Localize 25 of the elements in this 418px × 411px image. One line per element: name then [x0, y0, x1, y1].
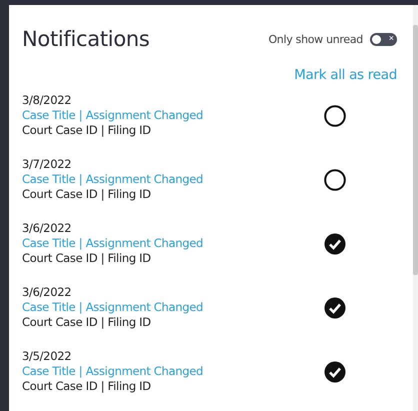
notification-detail: Court Case ID | Filing ID: [22, 379, 152, 394]
notification-date: 3/5/2022: [22, 349, 72, 364]
notification-title-link[interactable]: Case Title | Assignment Changed: [22, 236, 324, 251]
unread-circle-icon[interactable]: [324, 104, 346, 126]
unread-circle-icon[interactable]: [324, 168, 346, 190]
scrollbar-thumb[interactable]: [413, 25, 418, 275]
notification-date: 3/6/2022: [22, 221, 72, 236]
toggle-label: Only show unread: [268, 32, 363, 46]
notification-title-link[interactable]: Case Title | Assignment Changed: [22, 108, 324, 123]
notification-detail: Court Case ID | Filing ID: [22, 187, 152, 202]
panel-title: Notifications: [22, 27, 150, 51]
notification-detail: Court Case ID | Filing ID: [22, 123, 152, 138]
notification-title-link[interactable]: Case Title | Assignment Changed: [22, 300, 324, 315]
notification-date: 3/6/2022: [22, 285, 72, 300]
mark-all-read-link[interactable]: Mark all as read: [294, 67, 397, 83]
read-check-icon[interactable]: [324, 360, 346, 382]
read-check-icon[interactable]: [324, 232, 346, 254]
notification-date: 3/8/2022: [22, 93, 72, 108]
notification-detail: Court Case ID | Filing ID: [22, 251, 152, 266]
notification-detail: Court Case ID | Filing ID: [22, 315, 152, 330]
notification-date: 3/7/2022: [22, 157, 72, 172]
notification-title-link[interactable]: Case Title | Assignment Changed: [22, 172, 324, 187]
notification-title-link[interactable]: Case Title | Assignment Changed: [22, 364, 324, 379]
read-check-icon[interactable]: [324, 296, 346, 318]
unread-toggle[interactable]: ×: [370, 32, 397, 46]
